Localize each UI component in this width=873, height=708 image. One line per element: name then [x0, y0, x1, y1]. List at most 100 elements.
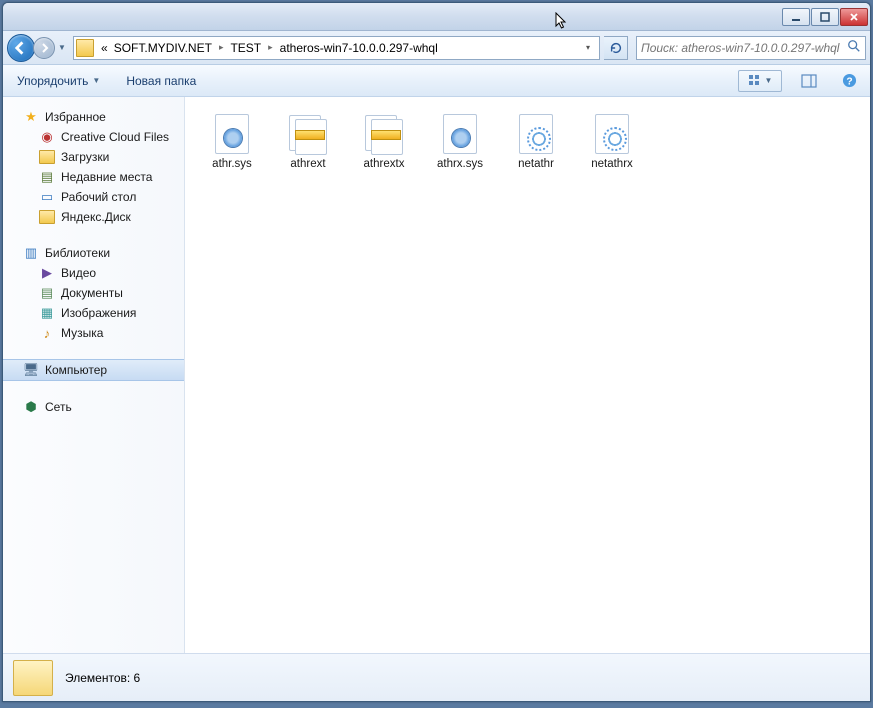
- sidebar-label: Изображения: [61, 306, 136, 320]
- inf-file-icon: [515, 113, 557, 155]
- maximize-button[interactable]: [811, 8, 839, 26]
- chevron-down-icon: ▼: [92, 76, 100, 85]
- sidebar-label: Избранное: [45, 110, 106, 124]
- pictures-icon: ▦: [39, 305, 55, 321]
- sidebar-item-creative-cloud[interactable]: ◉ Creative Cloud Files: [3, 127, 184, 147]
- file-name: athrx.sys: [437, 158, 483, 172]
- address-dropdown[interactable]: ▾: [579, 43, 597, 52]
- forward-button[interactable]: [33, 37, 55, 59]
- explorer-window: ▼ « SOFT.MYDIV.NET ▸ TEST ▸ atheros-win7…: [2, 2, 871, 702]
- new-folder-button[interactable]: Новая папка: [120, 71, 202, 91]
- inf-file-icon: [591, 113, 633, 155]
- sidebar-item-favorites[interactable]: ★ Избранное: [3, 107, 184, 127]
- sidebar-label: Недавние места: [61, 170, 152, 184]
- downloads-icon: [39, 149, 55, 165]
- video-icon: ▶: [39, 265, 55, 281]
- desktop-icon: ▭: [39, 189, 55, 205]
- navigation-row: ▼ « SOFT.MYDIV.NET ▸ TEST ▸ atheros-win7…: [3, 31, 870, 65]
- chevron-down-icon: ▼: [765, 76, 773, 85]
- document-icon: ▤: [39, 285, 55, 301]
- recent-icon: ▤: [39, 169, 55, 185]
- libraries-icon: ▥: [23, 245, 39, 261]
- minimize-button[interactable]: [782, 8, 810, 26]
- svg-text:?: ?: [846, 76, 852, 87]
- file-item[interactable]: athrx.sys: [425, 109, 495, 176]
- file-name: netathrx: [591, 158, 633, 172]
- sidebar-label: Документы: [61, 286, 123, 300]
- file-item[interactable]: athrext: [273, 109, 343, 176]
- sidebar-item-desktop[interactable]: ▭ Рабочий стол: [3, 187, 184, 207]
- file-name: netathr: [518, 158, 554, 172]
- sidebar-label: Библиотеки: [45, 246, 110, 260]
- sidebar-label: Загрузки: [61, 150, 109, 164]
- sys-file-icon: [211, 113, 253, 155]
- breadcrumb-segment[interactable]: TEST: [227, 39, 264, 57]
- sidebar-label: Сеть: [45, 400, 72, 414]
- chevron-right-icon[interactable]: ▸: [215, 42, 228, 53]
- toolbar: Упорядочить ▼ Новая папка ▼ ?: [3, 65, 870, 97]
- search-input[interactable]: [641, 41, 847, 55]
- cab-file-icon: [363, 113, 405, 155]
- refresh-button[interactable]: [604, 36, 628, 60]
- search-icon[interactable]: [847, 39, 861, 56]
- file-name: athrext: [290, 158, 325, 172]
- file-name: athr.sys: [212, 158, 252, 172]
- folder-icon: [76, 39, 94, 57]
- chevron-right-icon[interactable]: ▸: [264, 42, 277, 53]
- file-item[interactable]: athr.sys: [197, 109, 267, 176]
- breadcrumb-segment[interactable]: SOFT.MYDIV.NET: [111, 39, 215, 57]
- sidebar-item-videos[interactable]: ▶ Видео: [3, 263, 184, 283]
- sidebar-item-recent[interactable]: ▤ Недавние места: [3, 167, 184, 187]
- sidebar-item-documents[interactable]: ▤ Документы: [3, 283, 184, 303]
- file-name: athrextx: [364, 158, 405, 172]
- sidebar-label: Creative Cloud Files: [61, 130, 169, 144]
- computer-icon: 🖥: [23, 362, 39, 378]
- history-dropdown[interactable]: ▼: [55, 34, 69, 62]
- address-bar[interactable]: « SOFT.MYDIV.NET ▸ TEST ▸ atheros-win7-1…: [73, 36, 600, 60]
- breadcrumb-prefix[interactable]: «: [98, 39, 111, 57]
- sidebar-label: Рабочий стол: [61, 190, 136, 204]
- breadcrumb-segment[interactable]: atheros-win7-10.0.0.297-whql: [277, 39, 441, 57]
- music-icon: ♪: [39, 325, 55, 341]
- breadcrumb: « SOFT.MYDIV.NET ▸ TEST ▸ atheros-win7-1…: [98, 39, 441, 57]
- search-box[interactable]: [636, 36, 866, 60]
- sidebar-item-pictures[interactable]: ▦ Изображения: [3, 303, 184, 323]
- sidebar-item-music[interactable]: ♪ Музыка: [3, 323, 184, 343]
- view-options-button[interactable]: ▼: [738, 70, 782, 92]
- organize-button[interactable]: Упорядочить ▼: [11, 71, 106, 91]
- cloud-icon: ◉: [39, 129, 55, 145]
- details-pane: Элементов: 6: [3, 653, 870, 701]
- sidebar-label: Компьютер: [45, 363, 107, 377]
- sidebar-label: Яндекс.Диск: [61, 210, 131, 224]
- back-button[interactable]: [7, 34, 35, 62]
- star-icon: ★: [23, 109, 39, 125]
- titlebar: [3, 3, 870, 31]
- close-button[interactable]: [840, 8, 868, 26]
- help-button[interactable]: ?: [836, 70, 862, 92]
- folder-icon: [39, 209, 55, 225]
- network-group: ⬢ Сеть: [3, 397, 184, 417]
- sidebar-item-yandex-disk[interactable]: Яндекс.Диск: [3, 207, 184, 227]
- sidebar-label: Музыка: [61, 326, 103, 340]
- network-icon: ⬢: [23, 399, 39, 415]
- file-item[interactable]: netathrx: [577, 109, 647, 176]
- folder-icon: [13, 660, 53, 696]
- sys-file-icon: [439, 113, 481, 155]
- organize-label: Упорядочить: [17, 74, 88, 88]
- file-list[interactable]: athr.sys athrext athrextx athrx.sys neta…: [185, 97, 870, 653]
- computer-group: 🖥 Компьютер: [3, 359, 184, 381]
- sidebar-label: Видео: [61, 266, 96, 280]
- file-item[interactable]: athrextx: [349, 109, 419, 176]
- sidebar-item-computer[interactable]: 🖥 Компьютер: [3, 359, 184, 381]
- navigation-pane: ★ Избранное ◉ Creative Cloud Files Загру…: [3, 97, 185, 653]
- item-count-label: Элементов: 6: [65, 671, 140, 685]
- cab-file-icon: [287, 113, 329, 155]
- file-item[interactable]: netathr: [501, 109, 571, 176]
- newfolder-label: Новая папка: [126, 74, 196, 88]
- libraries-group: ▥ Библиотеки ▶ Видео ▤ Документы ▦ Изобр…: [3, 243, 184, 343]
- sidebar-item-network[interactable]: ⬢ Сеть: [3, 397, 184, 417]
- favorites-group: ★ Избранное ◉ Creative Cloud Files Загру…: [3, 107, 184, 227]
- sidebar-item-libraries[interactable]: ▥ Библиотеки: [3, 243, 184, 263]
- preview-pane-button[interactable]: [796, 70, 822, 92]
- sidebar-item-downloads[interactable]: Загрузки: [3, 147, 184, 167]
